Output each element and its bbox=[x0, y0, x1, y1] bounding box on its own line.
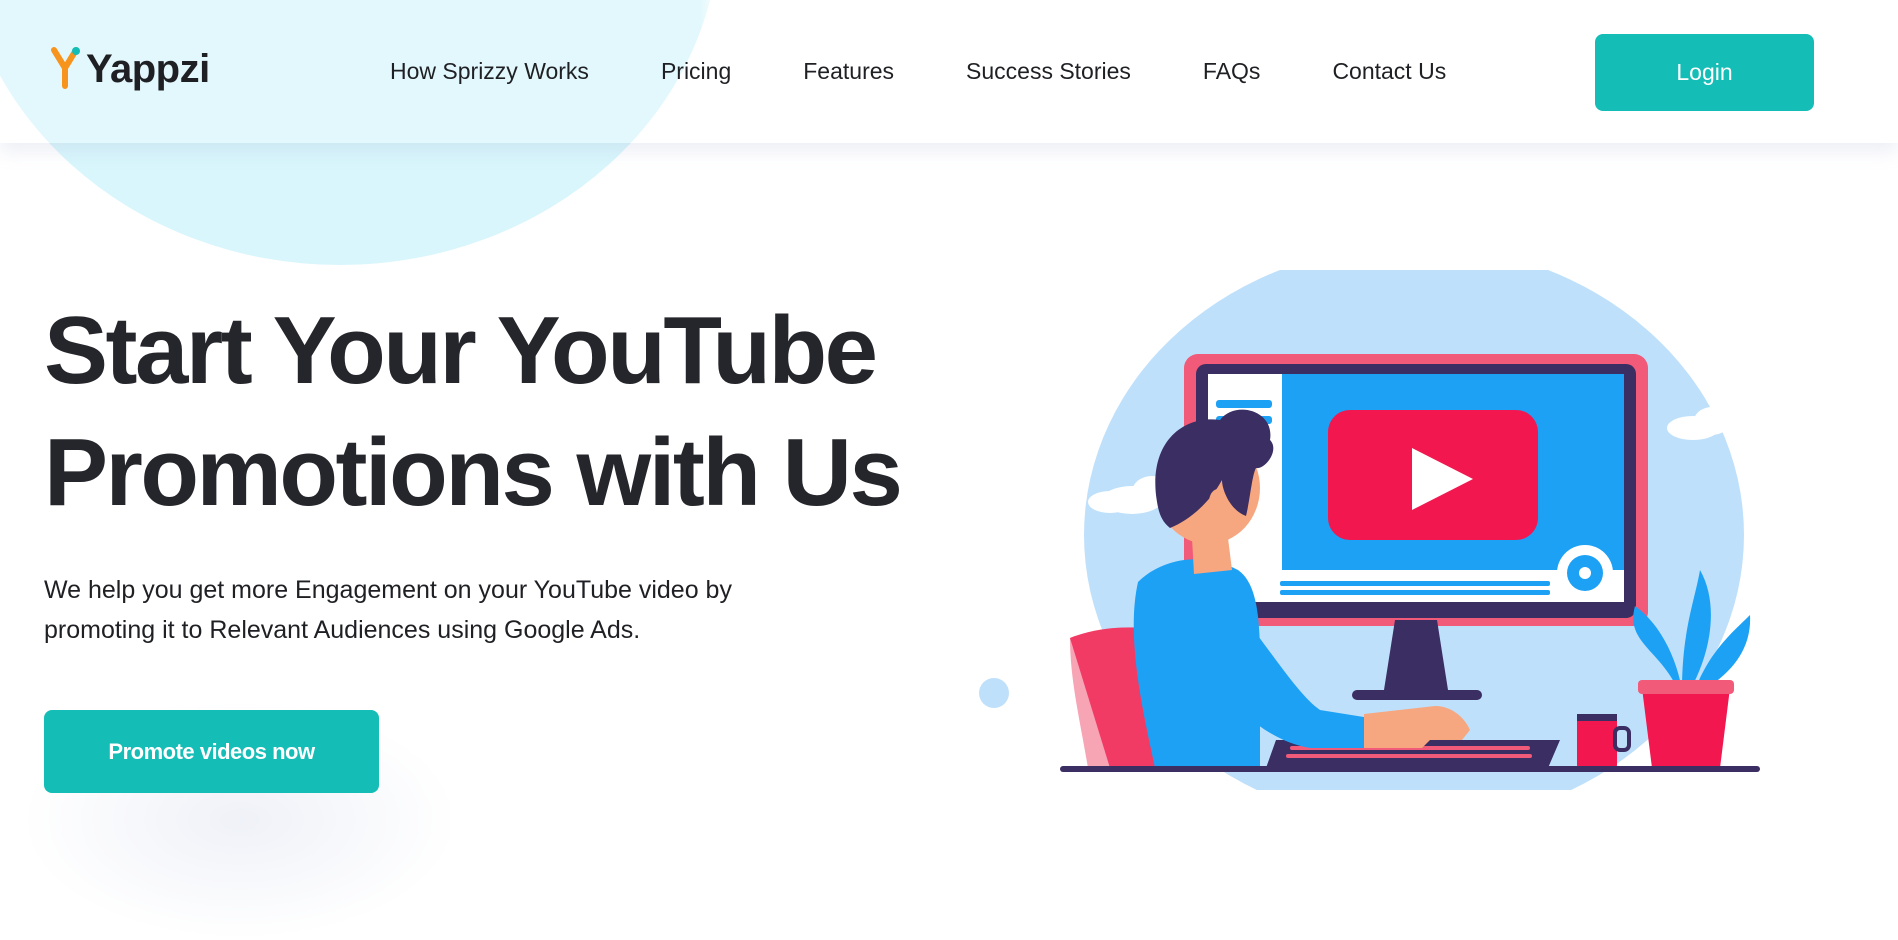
hero-title-line-2: Promotions with Us bbox=[44, 419, 903, 526]
hero-subtitle: We help you get more Engagement on your … bbox=[44, 576, 732, 644]
nav-success-stories[interactable]: Success Stories bbox=[966, 58, 1131, 85]
floor-line bbox=[1060, 766, 1760, 772]
brand-logo[interactable]: Yappzi bbox=[50, 46, 210, 92]
decor-dot bbox=[979, 678, 1009, 708]
hero-title: Start Your YouTube Promotions with Us bbox=[44, 290, 903, 534]
youtube-promotion-illustration bbox=[979, 270, 1760, 790]
nav-pricing[interactable]: Pricing bbox=[661, 58, 731, 85]
nav-contact-us[interactable]: Contact Us bbox=[1332, 58, 1446, 85]
promote-videos-button[interactable]: Promote videos now bbox=[44, 710, 379, 793]
login-button[interactable]: Login bbox=[1595, 34, 1814, 111]
brand-name: Yappzi bbox=[86, 46, 210, 91]
nav-features[interactable]: Features bbox=[803, 58, 894, 85]
nav-faqs[interactable]: FAQs bbox=[1203, 58, 1261, 85]
yappzi-y-logo-icon bbox=[51, 47, 80, 89]
hero-title-line-1: Start Your YouTube bbox=[44, 297, 878, 404]
nav-how-it-works[interactable]: How Sprizzy Works bbox=[390, 58, 589, 85]
monitor-stand bbox=[1384, 620, 1448, 690]
top-navbar: Yappzi How Sprizzy Works Pricing Feature… bbox=[0, 0, 1898, 143]
main-nav: How Sprizzy Works Pricing Features Succe… bbox=[390, 58, 1446, 85]
